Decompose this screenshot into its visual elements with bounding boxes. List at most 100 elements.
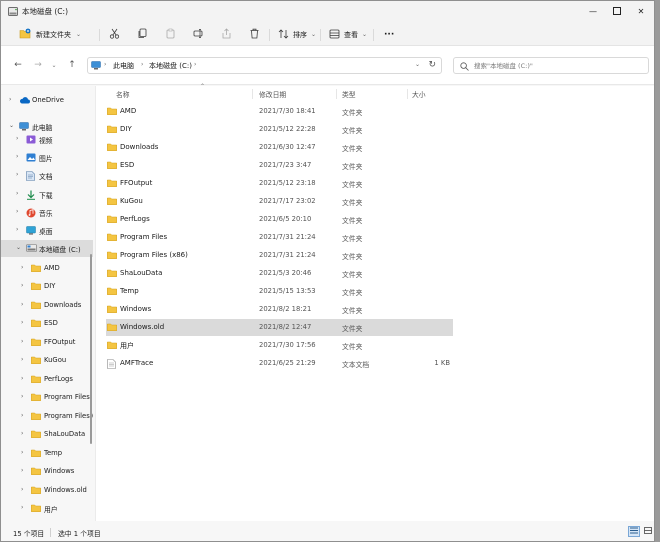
music-icon — [26, 208, 36, 220]
sidebar-item[interactable]: › ShaLouData — [1, 426, 93, 443]
sidebar-item[interactable]: › 用户 — [1, 500, 93, 517]
file-row[interactable]: ESD 2021/7/23 3:47 文件夹 — [106, 157, 453, 174]
folder-icon — [31, 282, 41, 292]
file-row[interactable]: FFOutput 2021/5/12 23:18 文件夹 — [106, 175, 453, 192]
file-row[interactable]: Program Files (x86) 2021/7/31 21:24 文件夹 — [106, 247, 453, 264]
file-row[interactable]: Temp 2021/5/15 13:53 文件夹 — [106, 283, 453, 300]
sidebar-item[interactable]: › FFOutput — [1, 334, 93, 351]
chevron-right-icon[interactable]: › — [21, 338, 23, 345]
sidebar-item[interactable]: › Windows — [1, 463, 93, 480]
file-row[interactable]: Program Files 2021/7/31 21:24 文件夹 — [106, 229, 453, 246]
chevron-right-icon[interactable]: › — [21, 301, 23, 308]
chevron-down-icon[interactable]: ⌄ — [16, 244, 21, 251]
file-row[interactable]: AMD 2021/7/30 18:41 文件夹 — [106, 103, 453, 120]
close-button[interactable]: ✕ — [632, 3, 650, 19]
paste-button[interactable] — [163, 27, 178, 42]
chevron-right-icon[interactable]: › — [21, 467, 23, 474]
column-header-date[interactable]: 修改日期 — [259, 87, 286, 101]
file-row[interactable]: AMFTrace 2021/6/25 21:29 文本文档 1 KB — [106, 355, 453, 372]
column-divider[interactable] — [336, 89, 337, 99]
sidebar-item[interactable]: › 文档 — [1, 167, 93, 184]
chevron-right-icon[interactable]: › — [16, 226, 18, 233]
file-row[interactable]: DIY 2021/5/12 22:28 文件夹 — [106, 121, 453, 138]
file-row[interactable]: ShaLouData 2021/5/3 20:46 文件夹 — [106, 265, 453, 282]
address-bar[interactable]: › 此电脑 › 本地磁盘 (C:) › ⌄ ↻ — [87, 57, 442, 74]
file-row[interactable]: Downloads 2021/6/30 12:47 文件夹 — [106, 139, 453, 156]
refresh-button[interactable]: ↻ — [428, 60, 436, 70]
chevron-right-icon[interactable]: › — [16, 135, 18, 142]
tiles-view-button[interactable] — [642, 526, 654, 537]
chevron-right-icon[interactable]: › — [21, 375, 23, 382]
column-header-name[interactable]: 名称 ⌃ — [116, 83, 205, 101]
share-button[interactable] — [219, 27, 234, 42]
sidebar-item[interactable]: › 音乐 — [1, 204, 93, 221]
sidebar-item-label: 用户 — [44, 506, 58, 514]
column-divider[interactable] — [252, 89, 253, 99]
rename-button[interactable] — [191, 27, 206, 42]
sidebar-item[interactable]: › Downloads — [1, 297, 93, 314]
column-header-type[interactable]: 类型 — [342, 87, 356, 101]
arrow-up-icon: ↑ — [68, 60, 76, 70]
more-options-button[interactable]: ··· — [384, 27, 394, 42]
sidebar-item[interactable]: › PerfLogs — [1, 371, 93, 388]
chevron-right-icon[interactable]: › — [21, 264, 23, 271]
sidebar-item[interactable]: ⌄ 本地磁盘 (C:) — [1, 240, 93, 257]
file-row[interactable]: KuGou 2021/7/17 23:02 文件夹 — [106, 193, 453, 210]
sidebar-item[interactable]: › ESD — [1, 315, 93, 332]
cut-button[interactable] — [107, 27, 122, 42]
back-button[interactable]: ← — [11, 58, 25, 72]
sort-menu-button[interactable]: 排序 ⌄ — [278, 27, 316, 42]
view-menu-button[interactable]: 查看 ⌄ — [329, 27, 367, 42]
chevron-right-icon[interactable]: › — [21, 504, 23, 511]
sidebar-item[interactable]: › Program Files (x86) — [1, 408, 93, 425]
file-row[interactable]: Windows 2021/8/2 18:21 文件夹 — [106, 301, 453, 318]
search-input[interactable] — [474, 60, 644, 71]
minimize-button[interactable]: — — [584, 3, 602, 19]
copy-button[interactable] — [135, 27, 150, 42]
sidebar-scrollbar[interactable] — [90, 254, 92, 444]
sidebar-item[interactable]: › 图片 — [1, 149, 93, 166]
forward-button[interactable]: → — [31, 58, 45, 72]
chevron-down-icon[interactable]: ⌄ — [9, 122, 14, 129]
chevron-right-icon[interactable]: › — [21, 282, 23, 289]
sidebar-item[interactable]: › Program Files — [1, 389, 93, 406]
chevron-right-icon[interactable]: › — [16, 171, 18, 178]
chevron-right-icon[interactable]: › — [9, 96, 11, 103]
search-box[interactable] — [453, 57, 649, 74]
column-header-size[interactable]: 大小 — [412, 87, 426, 101]
column-divider[interactable] — [407, 89, 408, 99]
chevron-right-icon[interactable]: › — [16, 190, 18, 197]
chevron-right-icon: › — [104, 61, 107, 68]
breadcrumb-this-pc[interactable]: 此电脑 — [113, 61, 134, 71]
new-folder-button[interactable]: 新建文件夹 ⌄ — [19, 27, 81, 42]
sidebar-item[interactable]: › OneDrive — [1, 92, 93, 109]
sidebar-item[interactable]: › 视频 — [1, 131, 93, 148]
file-row[interactable]: PerfLogs 2021/6/5 20:10 文件夹 — [106, 211, 453, 228]
chevron-right-icon[interactable]: › — [16, 153, 18, 160]
sidebar-item[interactable]: › 桌面 — [1, 222, 93, 239]
file-row[interactable]: 用户 2021/7/30 17:56 文件夹 — [106, 337, 453, 354]
chevron-right-icon[interactable]: › — [21, 412, 23, 419]
chevron-right-icon[interactable]: › — [21, 319, 23, 326]
sidebar-item[interactable]: › Windows.old — [1, 482, 93, 499]
chevron-right-icon[interactable]: › — [21, 430, 23, 437]
details-view-button[interactable] — [628, 526, 640, 537]
up-button[interactable]: ↑ — [65, 58, 79, 72]
breadcrumb-drive-c[interactable]: 本地磁盘 (C:) — [149, 61, 192, 71]
file-row[interactable]: Windows.old 2021/8/2 12:47 文件夹 — [106, 319, 453, 336]
chevron-right-icon[interactable]: › — [16, 208, 18, 215]
sidebar-item[interactable]: › DIY — [1, 278, 93, 295]
sidebar-item[interactable]: › 下载 — [1, 186, 93, 203]
address-history-button[interactable]: ⌄ — [415, 61, 420, 68]
chevron-right-icon[interactable]: › — [21, 356, 23, 363]
recent-locations-button[interactable]: ⌄ — [47, 58, 61, 72]
sidebar-item[interactable]: › KuGou — [1, 352, 93, 369]
chevron-right-icon[interactable]: › — [21, 449, 23, 456]
sidebar-item[interactable]: › AMD — [1, 260, 93, 277]
chevron-right-icon[interactable]: › — [21, 393, 23, 400]
chevron-right-icon[interactable]: › — [21, 486, 23, 493]
sidebar-item[interactable]: › Temp — [1, 445, 93, 462]
delete-button[interactable] — [247, 27, 262, 42]
maximize-button[interactable] — [608, 3, 626, 19]
scissors-icon — [109, 28, 120, 41]
